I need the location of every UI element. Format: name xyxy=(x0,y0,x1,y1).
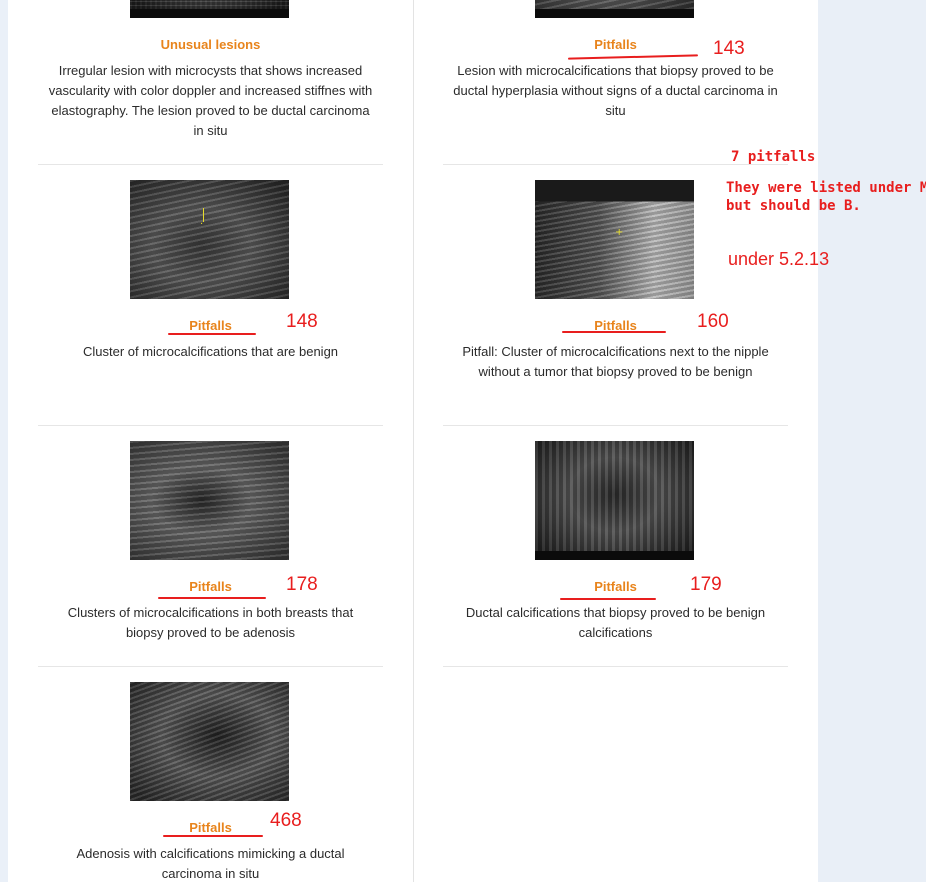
case-card[interactable]: Pitfalls Adenosis with calcifications mi… xyxy=(38,667,383,882)
annotation-number: 160 xyxy=(697,311,729,332)
case-card[interactable]: · Pitfalls Cluster of microcalcification… xyxy=(38,165,383,425)
case-category-link[interactable]: Pitfalls xyxy=(38,820,383,835)
annotation-underline xyxy=(158,597,266,599)
annotation-number: 178 xyxy=(286,574,318,595)
annotation-underline xyxy=(168,333,256,335)
annotation-underline xyxy=(560,598,656,600)
case-description: Pitfall: Cluster of microcalcifications … xyxy=(462,344,769,379)
right-side-panel xyxy=(818,0,926,882)
column-divider xyxy=(413,0,414,882)
case-description: Ductal calcifications that biopsy proved… xyxy=(465,605,766,640)
case-description: Irregular lesion with microcysts that sh… xyxy=(48,63,373,138)
listing-note-line1: They were listed under M, xyxy=(726,180,926,196)
case-card[interactable]: Pitfalls Clusters of microcalcifications… xyxy=(38,426,383,666)
case-category-link[interactable]: Pitfalls xyxy=(38,318,383,333)
ultrasound-thumbnail[interactable] xyxy=(130,682,289,801)
case-description: Adenosis with calcifications mimicking a… xyxy=(76,846,345,881)
case-card[interactable]: Unusual lesions Irregular lesion with mi… xyxy=(38,0,383,164)
row-divider xyxy=(443,666,788,667)
case-description: Lesion with microcalcifications that bio… xyxy=(453,63,778,118)
ultrasound-thumbnail[interactable] xyxy=(535,0,694,18)
ultrasound-thumbnail[interactable] xyxy=(130,0,289,18)
annotation-number: 143 xyxy=(713,38,745,59)
case-category-link[interactable]: Unusual lesions xyxy=(38,37,383,52)
annotation-underline xyxy=(163,835,263,837)
section-note: under 5.2.13 xyxy=(728,249,830,269)
left-margin xyxy=(0,0,8,882)
annotation-number: 179 xyxy=(690,574,722,595)
ultrasound-thumbnail[interactable]: · xyxy=(130,180,289,299)
case-description: Cluster of microcalcifications that are … xyxy=(82,344,339,359)
case-category-link[interactable]: Pitfalls xyxy=(38,579,383,594)
annotation-number: 468 xyxy=(270,810,302,831)
ultrasound-thumbnail[interactable] xyxy=(130,441,289,560)
case-category-link[interactable]: Pitfalls xyxy=(443,579,788,594)
pitfall-count-note: 7 pitfalls xyxy=(731,149,816,165)
ultrasound-thumbnail[interactable]: + xyxy=(535,180,694,299)
case-card[interactable]: Pitfalls Lesion with microcalcifications… xyxy=(443,0,788,164)
case-description: Clusters of microcalcifications in both … xyxy=(67,605,354,640)
annotation-underline xyxy=(562,331,666,333)
listing-note-line2: but should be B. xyxy=(726,198,861,214)
annotation-number: 148 xyxy=(286,311,318,332)
case-card[interactable]: Pitfalls Ductal calcifications that biop… xyxy=(443,426,788,666)
ultrasound-thumbnail[interactable] xyxy=(535,441,694,560)
